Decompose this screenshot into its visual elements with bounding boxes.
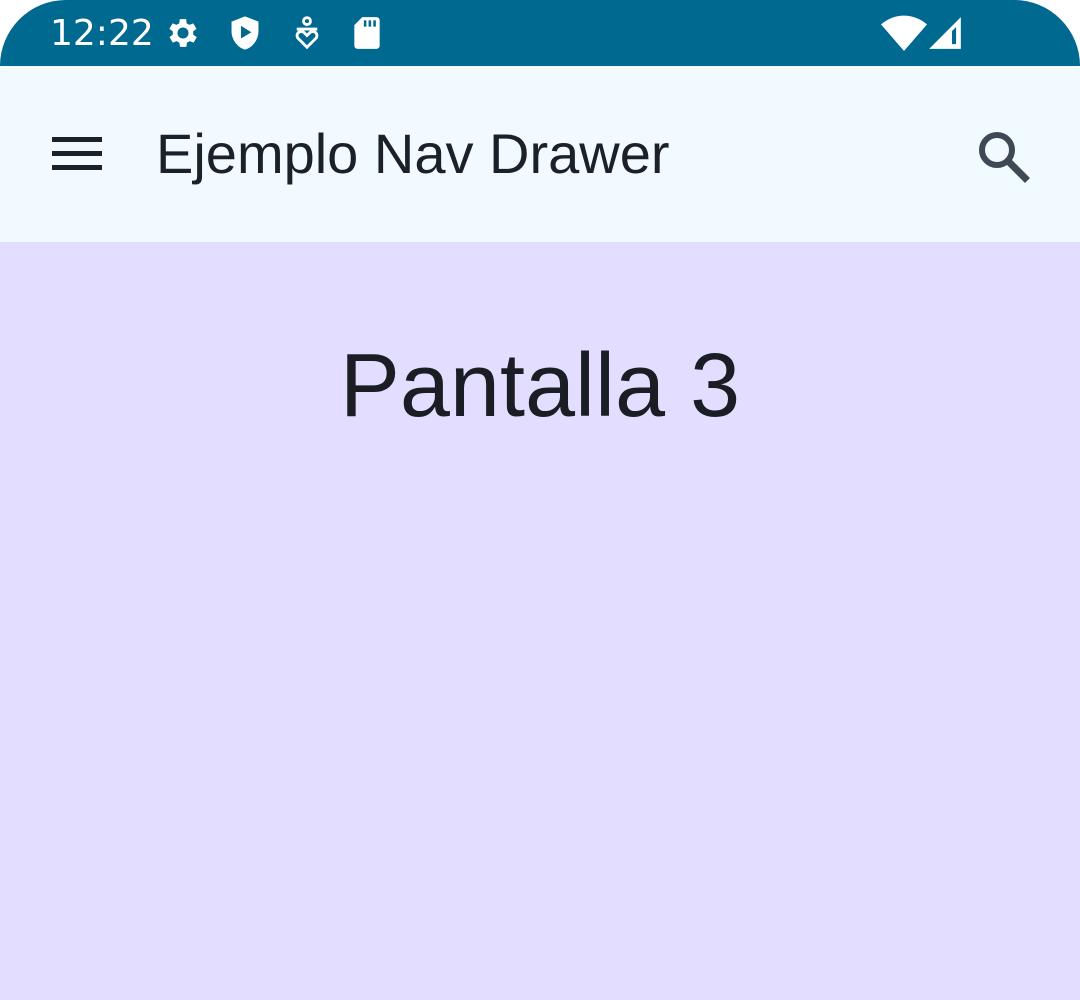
search-button[interactable] [962,118,1042,194]
signal-icon [929,17,961,49]
wifi-icon [881,15,927,52]
status-bar: 12:22 [0,0,1080,66]
main-content: Pantalla 3 [0,242,1080,1000]
sd-card-icon [354,17,380,49]
phone-screen: 12:22 Ejemplo Nav Drawer Pantalla 3 [0,0,1080,1000]
gear-icon [169,19,197,47]
menu-button[interactable] [37,120,117,188]
search-icon [979,132,1030,183]
status-time: 12:22 [50,13,154,54]
shield-play-icon [231,16,259,50]
screen-title: Pantalla 3 [339,336,741,436]
menu-icon [52,137,102,170]
top-app-bar: Ejemplo Nav Drawer [0,66,1080,242]
accessibility-icon [295,16,319,50]
app-title: Ejemplo Nav Drawer [156,122,670,185]
